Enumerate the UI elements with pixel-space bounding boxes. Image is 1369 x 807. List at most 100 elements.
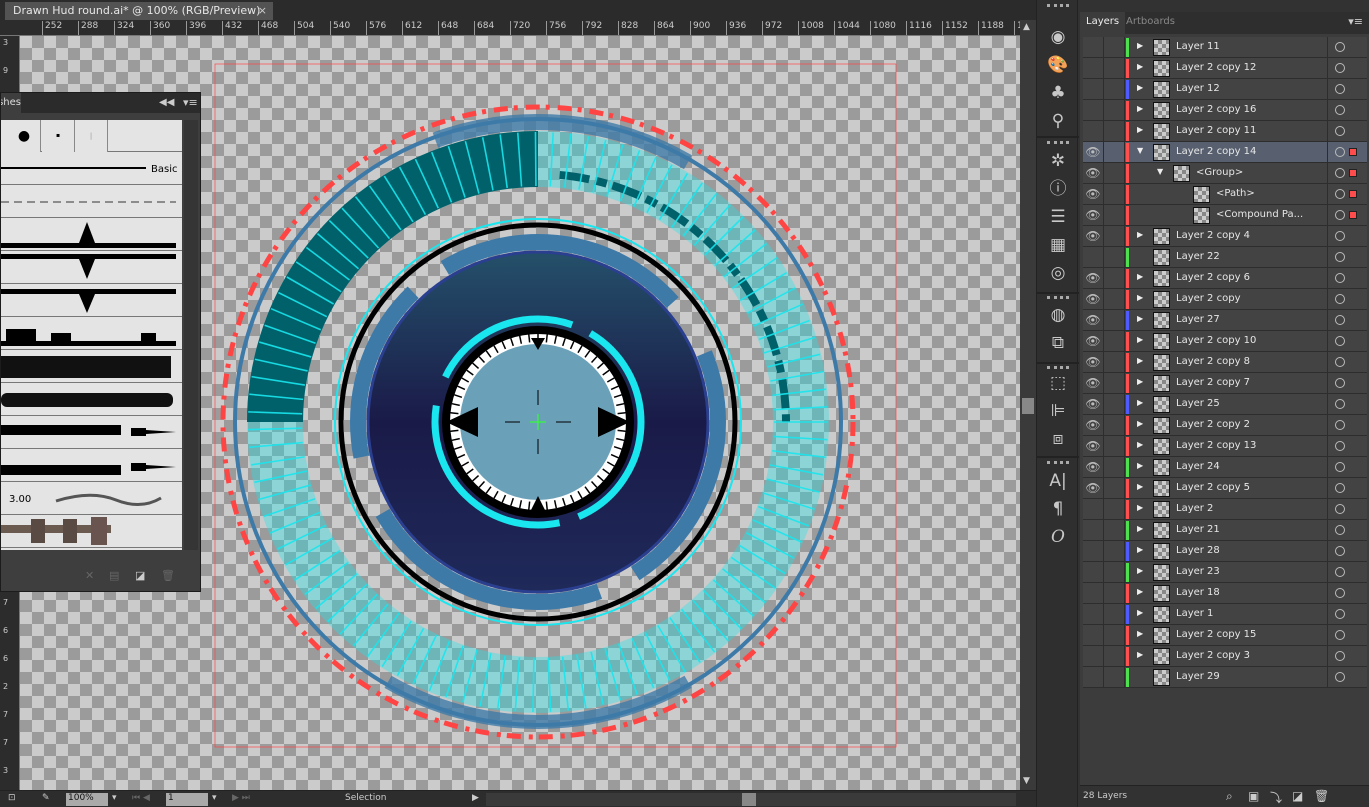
visibility-toggle[interactable] <box>1083 667 1104 688</box>
brushes-scrollbar[interactable] <box>184 120 198 550</box>
expand-right-icon[interactable]: ▶ <box>1137 482 1143 491</box>
new-brush-icon[interactable]: ◪ <box>135 569 145 582</box>
swatches-palette-icon[interactable]: 🎨 <box>1046 54 1070 76</box>
target-circle-icon[interactable] <box>1335 567 1345 577</box>
brush-item[interactable]: 3.00 <box>1 482 182 515</box>
visibility-toggle[interactable] <box>1083 562 1104 583</box>
expand-right-icon[interactable]: ▶ <box>1137 41 1143 50</box>
clipping-mask-icon[interactable]: ▣ <box>1248 789 1259 803</box>
target-circle-icon[interactable] <box>1335 462 1345 472</box>
delete-brush-icon[interactable]: 🗑 <box>161 569 175 582</box>
brush-item[interactable] <box>1 383 182 416</box>
lock-toggle[interactable] <box>1104 163 1125 184</box>
layer-name[interactable]: Layer 2 copy 11 <box>1176 125 1256 136</box>
grip-handle[interactable] <box>1047 366 1069 369</box>
navigator-wheel-icon[interactable]: ✲ <box>1046 150 1070 172</box>
lock-toggle[interactable] <box>1104 457 1125 478</box>
layer-row[interactable]: 👁 ▶ Layer 24 <box>1083 457 1367 478</box>
lock-toggle[interactable] <box>1104 352 1125 373</box>
document-tab[interactable]: Drawn Hud round.ai* @ 100% (RGB/Preview)… <box>5 2 273 20</box>
layer-name[interactable]: Layer 12 <box>1176 83 1220 94</box>
layer-row[interactable]: ▶ Layer 2 copy 16 <box>1083 100 1367 121</box>
brushes-panel-header[interactable]: Brushes ◀◀ ▾≡ <box>1 93 200 113</box>
panel-menu-icon[interactable]: ▾≡ <box>183 96 198 109</box>
selection-indicator[interactable] <box>1349 169 1357 177</box>
visibility-toggle[interactable]: 👁 <box>1083 394 1104 415</box>
lock-toggle[interactable] <box>1104 142 1125 163</box>
layer-name[interactable]: Layer 2 copy 5 <box>1176 482 1250 493</box>
layer-row[interactable]: 👁 ▶ Layer 2 copy <box>1083 289 1367 310</box>
target-circle-icon[interactable] <box>1335 504 1345 514</box>
expand-right-icon[interactable]: ▶ <box>1137 125 1143 134</box>
layer-name[interactable]: Layer 22 <box>1176 251 1220 262</box>
visibility-toggle[interactable]: 👁 <box>1083 268 1104 289</box>
target-circle-icon[interactable] <box>1335 210 1345 220</box>
zoom-dropdown-icon[interactable]: ▾ <box>112 793 117 806</box>
lock-toggle[interactable] <box>1104 625 1125 646</box>
transform-box-icon[interactable]: ⬚ <box>1046 372 1070 394</box>
visibility-toggle[interactable] <box>1083 646 1104 667</box>
visibility-toggle[interactable]: 👁 <box>1083 331 1104 352</box>
visibility-toggle[interactable]: 👁 <box>1083 478 1104 499</box>
visibility-toggle[interactable] <box>1083 583 1104 604</box>
expand-down-icon[interactable]: ▼ <box>1157 167 1163 176</box>
layer-row[interactable]: Layer 29 <box>1083 667 1367 688</box>
expand-right-icon[interactable]: ▶ <box>1137 377 1143 386</box>
layer-row[interactable]: 👁 ▶ Layer 2 copy 6 <box>1083 268 1367 289</box>
target-circle-icon[interactable] <box>1335 126 1345 136</box>
brush-item[interactable] <box>1 218 182 251</box>
target-circle-icon[interactable] <box>1335 336 1345 346</box>
grip-handle[interactable] <box>1047 4 1069 7</box>
layer-name[interactable]: Layer 25 <box>1176 398 1220 409</box>
lock-toggle[interactable] <box>1104 499 1125 520</box>
layer-row[interactable]: ▶ Layer 21 <box>1083 520 1367 541</box>
brush-item[interactable]: Basic <box>1 152 182 185</box>
lock-toggle[interactable] <box>1104 205 1125 226</box>
visibility-toggle[interactable] <box>1083 79 1104 100</box>
layer-row[interactable]: Layer 22 <box>1083 247 1367 268</box>
target-circle-icon[interactable] <box>1335 147 1345 157</box>
layer-name[interactable]: Layer 2 copy <box>1176 293 1240 304</box>
expand-right-icon[interactable]: ▶ <box>1137 104 1143 113</box>
layer-name[interactable]: <Compound Pa... <box>1216 209 1303 220</box>
layer-row[interactable]: 👁 <Path> <box>1083 184 1367 205</box>
lock-toggle[interactable] <box>1104 289 1125 310</box>
visibility-toggle[interactable] <box>1083 520 1104 541</box>
expand-right-icon[interactable]: ▶ <box>1137 419 1143 428</box>
lock-toggle[interactable] <box>1104 247 1125 268</box>
locate-object-icon[interactable]: ⌕ <box>1226 789 1233 804</box>
grip-handle[interactable] <box>1047 461 1069 464</box>
layer-name[interactable]: Layer 23 <box>1176 566 1220 577</box>
layer-row[interactable]: ▶ Layer 2 copy 11 <box>1083 121 1367 142</box>
layer-name[interactable]: Layer 1 <box>1176 608 1213 619</box>
brush-round-small[interactable]: ▪ <box>42 120 75 152</box>
grip-handle[interactable] <box>1047 296 1069 299</box>
collapse-icon[interactable]: ◀◀ <box>159 97 174 108</box>
brush-item[interactable] <box>1 185 182 218</box>
artboard-icon[interactable]: ⊡ <box>8 793 16 806</box>
layer-row[interactable]: 👁 ▶ Layer 2 copy 8 <box>1083 352 1367 373</box>
lock-toggle[interactable] <box>1104 541 1125 562</box>
visibility-toggle[interactable] <box>1083 541 1104 562</box>
target-circle-icon[interactable] <box>1335 546 1345 556</box>
first-artboard-icon[interactable]: ⏮ ◀ <box>132 793 150 806</box>
lock-toggle[interactable] <box>1104 58 1125 79</box>
target-circle-icon[interactable] <box>1335 357 1345 367</box>
panel-menu-icon[interactable]: ▾≡ <box>1348 15 1363 28</box>
layer-name[interactable]: Layer 2 copy 14 <box>1176 146 1256 157</box>
opentype-icon[interactable]: O <box>1046 526 1070 548</box>
target-circle-icon[interactable] <box>1335 525 1345 535</box>
target-circle-icon[interactable] <box>1335 273 1345 283</box>
scroll-down-icon[interactable]: ▼ <box>1023 776 1030 786</box>
layer-name[interactable]: <Group> <box>1196 167 1243 178</box>
selection-indicator[interactable] <box>1349 190 1357 198</box>
brush-tick[interactable]: | <box>75 120 108 152</box>
target-circle-icon[interactable] <box>1335 252 1345 262</box>
target-circle-icon[interactable] <box>1335 420 1345 430</box>
visibility-toggle[interactable]: 👁 <box>1083 373 1104 394</box>
expand-right-icon[interactable]: ▶ <box>1137 524 1143 533</box>
layer-row[interactable]: ▶ Layer 12 <box>1083 79 1367 100</box>
zoom-field[interactable]: 100% <box>66 793 108 806</box>
visibility-toggle[interactable]: 👁 <box>1083 352 1104 373</box>
layer-row[interactable]: ▶ Layer 2 <box>1083 499 1367 520</box>
